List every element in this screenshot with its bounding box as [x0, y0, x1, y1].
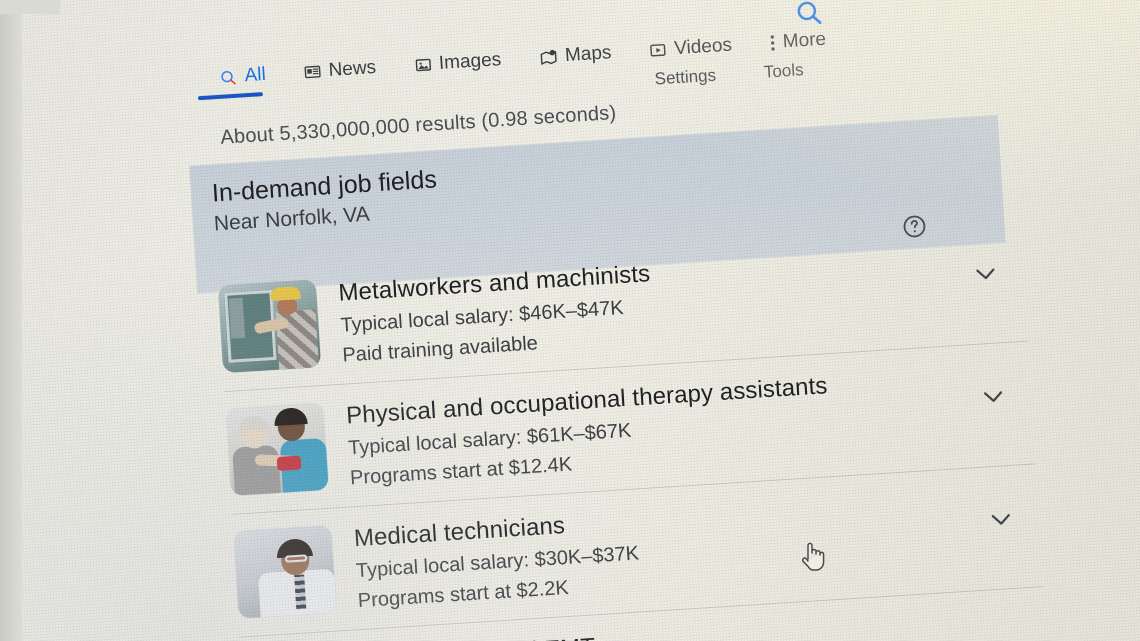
tab-all-label: All	[244, 63, 267, 87]
search-icon	[221, 70, 236, 84]
row-text: Nurse aides and EMTs	[361, 631, 606, 641]
tools-button[interactable]: Tools	[763, 60, 804, 82]
image-icon	[415, 58, 431, 72]
monitor-bezel	[0, 0, 22, 641]
therapy-assistant-photo	[225, 401, 329, 496]
chevron-down-icon[interactable]	[981, 389, 1006, 404]
row-text: Physical and occupational therapy assist…	[345, 370, 832, 490]
tab-news[interactable]: News	[303, 57, 377, 93]
tab-videos-label: Videos	[673, 34, 733, 60]
tab-maps[interactable]: Maps	[538, 42, 612, 78]
job-title: Nurse aides and EMTs	[361, 633, 606, 641]
photo-of-monitor: training&ie=utf-8&oe=utf-8&client=firefo…	[0, 0, 1140, 641]
tab-news-label: News	[327, 56, 377, 81]
row-text: Metalworkers and machinists Typical loca…	[338, 258, 655, 367]
news-icon	[304, 65, 321, 79]
monitor-screen: training&ie=utf-8&oe=utf-8&client=firefo…	[0, 0, 1140, 641]
search-glass-icon[interactable]	[793, 0, 825, 29]
more-vertical-icon	[770, 35, 775, 51]
chevron-down-icon[interactable]	[973, 266, 998, 281]
chevron-down-icon[interactable]	[989, 512, 1014, 527]
metalworker-photo	[217, 279, 322, 374]
monitor-bezel-top	[0, 0, 60, 14]
job-fields-list: Metalworkers and machinists Typical loca…	[217, 219, 1051, 641]
tab-images[interactable]: Images	[413, 49, 502, 86]
tab-more[interactable]: More	[769, 29, 827, 64]
pointing-hand-cursor	[801, 542, 825, 571]
medical-technician-photo	[233, 524, 337, 619]
tab-all[interactable]: All	[197, 63, 267, 101]
browser-window: training&ie=utf-8&oe=utf-8&client=firefo…	[0, 0, 1140, 641]
row-text: Medical technicians Typical local salary…	[353, 506, 642, 614]
video-icon	[650, 43, 667, 57]
map-icon	[540, 49, 557, 65]
tab-active-underline	[197, 92, 264, 101]
settings-button[interactable]: Settings	[654, 66, 717, 90]
tab-maps-label: Maps	[564, 42, 613, 67]
tab-images-label: Images	[438, 49, 502, 74]
tab-more-label: More	[782, 28, 827, 53]
